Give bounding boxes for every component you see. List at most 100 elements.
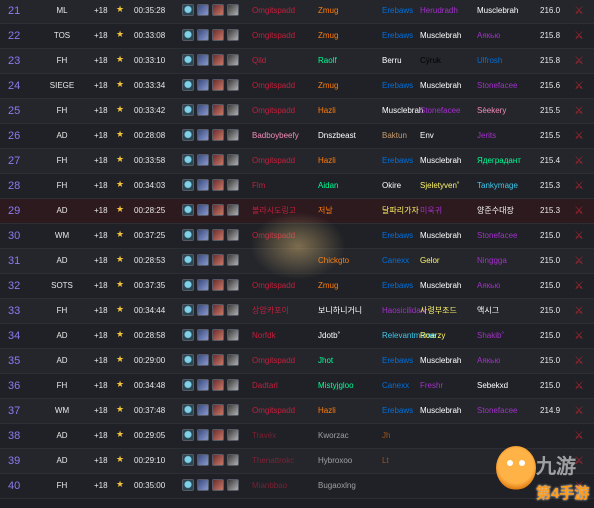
party-member-name[interactable]: Baktun (382, 124, 407, 148)
party-member-name[interactable]: Gelor (420, 249, 440, 273)
party-member-name[interactable]: Stonefacee (420, 99, 460, 123)
party-member-name[interactable]: Hazli (318, 399, 336, 423)
party-member-name[interactable]: Sèekery (477, 99, 506, 123)
party-member-name[interactable]: Erebaws (382, 149, 413, 173)
party-member-name[interactable]: Erebaws (382, 349, 413, 373)
party-member-name[interactable]: Raolf (318, 49, 337, 73)
party-member-name[interactable]: Travéx (252, 424, 276, 448)
party-member-name[interactable]: Hazli (318, 149, 336, 173)
party-member-name[interactable]: Omgitspadd (252, 399, 295, 423)
party-member-name[interactable]: Zmug (318, 74, 338, 98)
party-member-name[interactable]: Аякью (477, 274, 500, 298)
party-member-name[interactable]: Dadtarl (252, 374, 278, 398)
party-member-name[interactable]: Zmug (318, 274, 338, 298)
leaderboard-row[interactable]: 22 TOS +18 ★ 00:33:08 Omgitspadd Zmug Erebaws Mu… (0, 24, 594, 49)
party-member-name[interactable]: Omgitspadd (252, 349, 295, 373)
leaderboard-row[interactable]: 26 AD +18 ★ 00:28:08 Badboybeefy Dnszbeast Bakt… (0, 124, 594, 149)
party-member-name[interactable]: Erebaws (382, 224, 413, 248)
leaderboard-row[interactable]: 25 FH +18 ★ 00:33:42 Omgitspadd Hazli Musclebra… (0, 99, 594, 124)
leaderboard-row[interactable]: 28 FH +18 ★ 00:34:03 Flm Aidan Okire Sjeletyven˚… (0, 174, 594, 199)
party-member-name[interactable]: Ядеградант (477, 149, 521, 173)
party-member-name[interactable]: Okire (382, 174, 401, 198)
party-member-name[interactable]: Zmug (318, 0, 338, 23)
party-member-name[interactable]: Musclebrah (420, 149, 461, 173)
party-member-name[interactable]: Musclebrah (382, 99, 423, 123)
party-member-name[interactable]: Thenattrokc (252, 449, 294, 473)
party-member-name[interactable]: Аякью (477, 349, 500, 373)
party-member-name[interactable]: Musclebrah (420, 224, 461, 248)
party-member-name[interactable]: Musclebrah (420, 349, 461, 373)
party-member-name[interactable]: Jdotb˚ (318, 324, 340, 348)
party-member-name[interactable]: Erebaws (382, 0, 413, 23)
party-member-name[interactable]: Tankymage (477, 174, 518, 198)
party-member-name[interactable]: 상암카포이 (252, 299, 289, 323)
party-member-name[interactable]: Jhot (318, 349, 333, 373)
party-member-name[interactable]: Ninggga (477, 249, 507, 273)
party-member-name[interactable]: Herudradh (420, 0, 458, 23)
party-member-name[interactable]: Musclebrah (420, 274, 461, 298)
party-member-name[interactable]: Omgitspadd (252, 99, 295, 123)
party-member-name[interactable]: Lt (382, 449, 389, 473)
leaderboard-row[interactable]: 21 ML +18 ★ 00:35:28 Omgitspadd Zmug Erebaws Her… (0, 0, 594, 24)
party-member-name[interactable]: Dnszbeast (318, 124, 356, 148)
party-member-name[interactable]: Musclebrah (420, 74, 461, 98)
party-member-name[interactable]: 사령부조드 (420, 299, 457, 323)
party-member-name[interactable]: Musclebrah (420, 399, 461, 423)
party-member-name[interactable]: Ulfrosh (477, 49, 502, 73)
party-member-name[interactable]: Erebaws (382, 399, 413, 423)
leaderboard-row[interactable]: 37 WM +18 ★ 00:37:48 Omgitspadd Hazli Erebaws Mu… (0, 399, 594, 424)
party-member-name[interactable]: Musclebrah (477, 0, 518, 23)
party-member-name[interactable]: Hazli (318, 99, 336, 123)
party-member-name[interactable]: Jh (382, 424, 390, 448)
party-member-name[interactable]: Norfdk (252, 324, 276, 348)
party-member-name[interactable]: Musclebrah (420, 24, 461, 48)
party-member-name[interactable]: Kworzac (318, 424, 349, 448)
party-member-name[interactable]: Stonefacee (477, 224, 517, 248)
party-member-name[interactable]: Aidan (318, 174, 338, 198)
party-member-name[interactable]: 미욱귀 (420, 199, 442, 223)
party-member-name[interactable]: Flm (252, 174, 265, 198)
leaderboard-row[interactable]: 23 FH +18 ★ 00:33:10 Qild Raolf Berru Cÿruk Ulfro… (0, 49, 594, 74)
party-member-name[interactable]: Jerits (477, 124, 496, 148)
party-member-name[interactable]: 달파리가자 (382, 199, 419, 223)
party-member-name[interactable]: Omgitspadd (252, 0, 295, 23)
party-member-name[interactable]: Shakib˚ (477, 324, 504, 348)
party-member-name[interactable]: Env (420, 124, 434, 148)
party-member-name[interactable]: Stonefacee (477, 399, 517, 423)
party-member-name[interactable]: Mianbbao (252, 474, 287, 498)
party-member-name[interactable]: Canexx (382, 374, 409, 398)
party-member-name[interactable]: Omgitspadd (252, 24, 295, 48)
party-member-name[interactable]: Erebaws (382, 24, 413, 48)
party-member-name[interactable]: Canexx (382, 249, 409, 273)
leaderboard-row[interactable]: 36 FH +18 ★ 00:34:48 Dadtarl Mistyjgloo Canexx F… (0, 374, 594, 399)
leaderboard-row[interactable]: 24 SIEGE +18 ★ 00:33:34 Omgitspadd Zmug Erebaws… (0, 74, 594, 99)
fortified-icon (182, 329, 194, 341)
party-member-name[interactable]: Sjeletyven˚ (420, 174, 460, 198)
party-member-name[interactable]: Omgitspadd (252, 149, 295, 173)
party-member-name[interactable]: Badboybeefy (252, 124, 299, 148)
party-member-name[interactable]: Omgitspadd (252, 74, 295, 98)
leaderboard-row[interactable]: 34 AD +18 ★ 00:28:58 Norfdk Jdotb˚ Relevantmeme… (0, 324, 594, 349)
leaderboard-row[interactable]: 33 FH +18 ★ 00:34:44 상암카포이 보니하니거니 Haosicilidan 사… (0, 299, 594, 324)
party-member-name[interactable]: Аякью (477, 24, 500, 48)
party-member-name[interactable]: Hybroxoo (318, 449, 352, 473)
party-member-name[interactable]: Qild (252, 49, 266, 73)
party-member-name[interactable]: Erebaws (382, 274, 413, 298)
party-member-name[interactable]: Zmug (318, 24, 338, 48)
party-member-name[interactable]: Mistyjgloo (318, 374, 354, 398)
party-member-name[interactable]: Sebekxd (477, 374, 508, 398)
leaderboard-row[interactable]: 35 AD +18 ★ 00:29:00 Omgitspadd Jhot Erebaws Mus… (0, 349, 594, 374)
party-member-name[interactable]: 보니하니거니 (318, 299, 362, 323)
leaderboard-row[interactable]: 27 FH +18 ★ 00:33:58 Omgitspadd Hazli Erebaws Mu… (0, 149, 594, 174)
party-member-name[interactable]: Erebaws (382, 74, 413, 98)
party-member-name[interactable]: Berru (382, 49, 402, 73)
party-member-name[interactable]: Roarzy (420, 324, 445, 348)
party-member-name[interactable]: Freshr (420, 374, 443, 398)
party-member-name[interactable]: Stonefacee (477, 74, 517, 98)
party-member-name[interactable]: Haosicilidan (382, 299, 425, 323)
party-member-name[interactable]: Bugaoxlng (318, 474, 356, 498)
party-member-name[interactable]: Cÿruk (420, 49, 441, 73)
party-member-name[interactable]: 액시그 (477, 299, 499, 323)
affix-icons (182, 29, 242, 43)
party-member-name[interactable]: 양준수대장 (477, 199, 514, 223)
